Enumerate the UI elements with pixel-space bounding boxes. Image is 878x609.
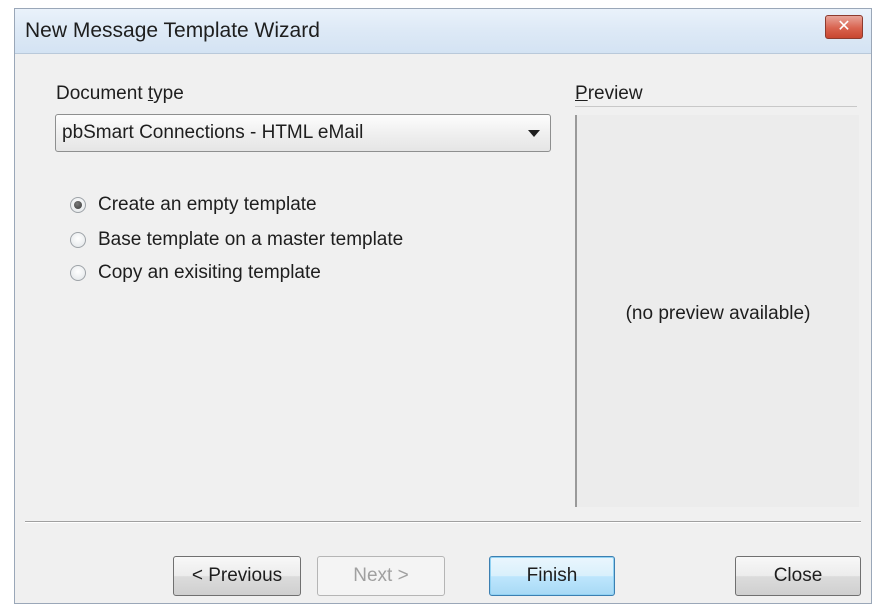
document-type-label: Document type [56,83,184,104]
radio-create-empty[interactable]: Create an empty template [70,192,317,218]
radio-copy-existing[interactable]: Copy an exisiting template [70,260,321,286]
preview-divider [575,106,857,107]
radio-label: Base template on a master template [98,229,404,250]
radio-button-checked[interactable] [70,197,86,213]
title-bar[interactable]: New Message Template Wizard ✕ [15,9,871,54]
close-button[interactable]: Close [735,556,861,596]
finish-button[interactable]: Finish [489,556,615,596]
document-type-dropdown[interactable]: pbSmart Connections - HTML eMail [55,114,551,152]
wizard-window: New Message Template Wizard ✕ Document t… [14,8,872,604]
document-type-selected-value: pbSmart Connections - HTML eMail [62,122,364,143]
previous-button[interactable]: < Previous [173,556,301,596]
chevron-down-icon [528,130,540,137]
preview-pane: (no preview available) [575,115,859,507]
preview-label: Preview [575,83,643,104]
next-button[interactable]: Next > [317,556,445,596]
radio-button[interactable] [70,265,86,281]
radio-label: Copy an exisiting template [98,262,321,283]
footer-separator [25,521,861,523]
radio-button[interactable] [70,232,86,248]
close-icon: ✕ [837,18,851,35]
radio-label: Create an empty template [98,194,317,215]
window-title: New Message Template Wizard [25,19,320,42]
no-preview-text: (no preview available) [625,303,811,324]
radio-base-on-master[interactable]: Base template on a master template [70,227,403,253]
window-close-button[interactable]: ✕ [825,15,863,39]
